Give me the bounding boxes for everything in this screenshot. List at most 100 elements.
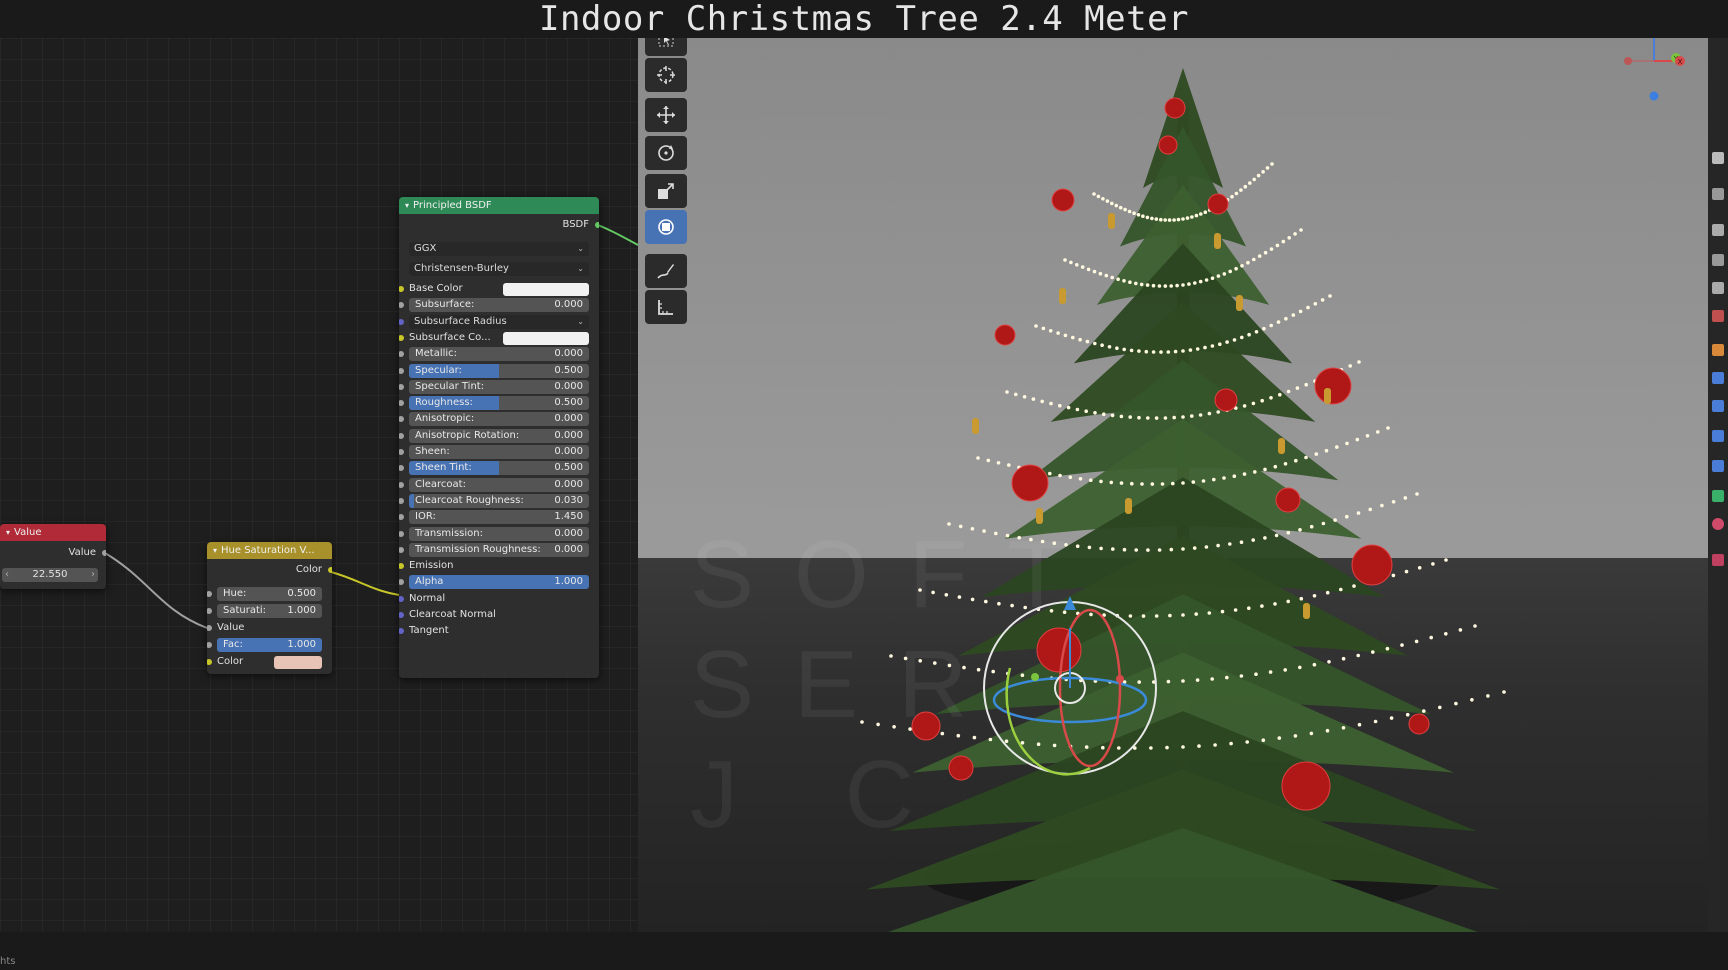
ornament-ball [1164, 97, 1186, 119]
tool-tab-icon[interactable] [1712, 152, 1724, 164]
metallic-field[interactable]: Metallic: 0.000 [409, 347, 589, 361]
world-tab-icon[interactable] [1712, 310, 1724, 322]
field-value: 0.000 [554, 381, 583, 392]
node-header[interactable]: ▾ Value [0, 524, 106, 541]
roughness-socket[interactable] [399, 400, 404, 406]
material-tab-icon[interactable] [1712, 518, 1724, 530]
alpha-socket[interactable] [399, 579, 404, 585]
saturation-field[interactable]: Saturati: 1.000 [217, 604, 322, 618]
clearcoat-field[interactable]: Clearcoat: 0.000 [409, 478, 589, 492]
ior-socket[interactable] [399, 514, 404, 520]
subsurface-field[interactable]: Subsurface: 0.000 [409, 298, 589, 312]
metallic-socket[interactable] [399, 351, 404, 357]
tangent-socket[interactable] [399, 628, 404, 634]
sheen-tint-socket[interactable] [399, 465, 404, 471]
hue-field[interactable]: Hue: 0.500 [217, 587, 322, 601]
distribution-dropdown[interactable]: GGX ⌄ [409, 242, 589, 256]
light-bulb [1327, 660, 1331, 664]
transmission-roughness-field[interactable]: Transmission Roughness: 0.000 [409, 543, 589, 557]
texture-tab-icon[interactable] [1712, 554, 1724, 566]
increment-arrow-icon[interactable]: › [91, 568, 95, 582]
light-bulb [1022, 395, 1027, 399]
specular-field[interactable]: Specular: 0.500 [409, 364, 589, 378]
clearcoat-normal-socket[interactable] [399, 612, 404, 618]
base-color-socket[interactable] [399, 286, 404, 292]
subsurface-method-dropdown[interactable]: Christensen-Burley ⌄ [409, 262, 589, 276]
light-bulb [1298, 665, 1302, 670]
light-bulb [1328, 294, 1332, 298]
input-socket[interactable] [207, 625, 212, 631]
light-bulb [1404, 569, 1409, 574]
gold-ornament [1278, 438, 1285, 454]
node-header[interactable]: ▾ Hue Saturation V... [207, 542, 332, 559]
modifier-tab-icon[interactable] [1712, 372, 1724, 384]
light-bulb [1185, 216, 1190, 220]
input-socket[interactable] [207, 608, 212, 614]
subsurface-radius-dropdown[interactable]: Subsurface Radius ⌄ [409, 315, 589, 329]
clearcoat-roughness-field[interactable]: Clearcoat Roughness: 0.030 [409, 494, 589, 508]
value-field[interactable]: ‹ 22.550 › [2, 568, 98, 582]
sheen-field[interactable]: Sheen: 0.000 [409, 445, 589, 459]
clearcoat-socket[interactable] [399, 482, 404, 488]
annotate-icon[interactable] [645, 254, 687, 288]
scale-icon[interactable] [645, 174, 687, 208]
transmission-socket[interactable] [399, 531, 404, 537]
clearcoat-roughness-socket[interactable] [399, 498, 404, 504]
emission-socket[interactable] [399, 563, 404, 569]
sheen-tint-field[interactable]: Sheen Tint: 0.500 [409, 461, 589, 475]
light-bulb [1232, 474, 1237, 479]
specular-tint-socket[interactable] [399, 384, 404, 390]
anisotropic-socket[interactable] [399, 416, 404, 422]
data-tab-icon[interactable] [1712, 490, 1724, 502]
sheen-socket[interactable] [399, 449, 404, 455]
anisotropic-rotation-field[interactable]: Anisotropic Rotation: 0.000 [409, 429, 589, 443]
subsurface-co-socket[interactable] [399, 335, 404, 341]
render-tab-icon[interactable] [1712, 188, 1724, 200]
gold-ornament [1059, 288, 1066, 304]
output-socket[interactable] [595, 222, 599, 228]
physics-tab-icon[interactable] [1712, 430, 1724, 442]
output-socket[interactable] [102, 550, 106, 556]
color-swatch[interactable] [274, 656, 322, 669]
roughness-field[interactable]: Roughness: 0.500 [409, 396, 589, 410]
anisotropic-rotation-socket[interactable] [399, 433, 404, 439]
view-layer-tab-icon[interactable] [1712, 254, 1724, 266]
light-bulb [1157, 548, 1162, 552]
light-bulb [1216, 410, 1220, 414]
cursor-icon[interactable] [645, 58, 687, 92]
light-bulb [1134, 548, 1138, 552]
principled-bsdf-node[interactable]: ▾ Principled BSDF BSDF GGX ⌄ Christensen-… [399, 197, 599, 678]
constraints-tab-icon[interactable] [1712, 460, 1724, 472]
base-color-color-swatch[interactable] [503, 283, 589, 296]
transmission-roughness-socket[interactable] [399, 547, 404, 553]
output-socket[interactable] [328, 567, 332, 573]
input-socket[interactable] [207, 591, 212, 597]
measure-icon[interactable] [645, 290, 687, 324]
transform-icon[interactable] [645, 210, 687, 244]
alpha-field[interactable]: Alpha 1.000 [409, 575, 589, 589]
specular-tint-field[interactable]: Specular Tint: 0.000 [409, 380, 589, 394]
value-node[interactable]: ▾ Value Value ‹ 22.550 › [0, 524, 106, 589]
output-tab-icon[interactable] [1712, 224, 1724, 236]
input-socket[interactable] [207, 659, 212, 665]
input-socket[interactable] [207, 642, 212, 648]
rotate-icon[interactable] [645, 136, 687, 170]
subsurface-socket[interactable] [399, 302, 404, 308]
subsurface-radius-socket[interactable] [399, 319, 404, 325]
specular-socket[interactable] [399, 368, 404, 374]
node-header[interactable]: ▾ Principled BSDF [399, 197, 599, 214]
object-tab-icon[interactable] [1712, 344, 1724, 356]
move-icon[interactable] [645, 98, 687, 132]
particles-tab-icon[interactable] [1712, 400, 1724, 412]
collapse-arrow-icon[interactable]: ▾ [6, 528, 10, 537]
ior-field[interactable]: IOR: 1.450 [409, 510, 589, 524]
normal-socket[interactable] [399, 596, 404, 602]
collapse-arrow-icon[interactable]: ▾ [213, 546, 217, 555]
anisotropic-field[interactable]: Anisotropic: 0.000 [409, 412, 589, 426]
subsurface-co-color-swatch[interactable] [503, 332, 589, 345]
collapse-arrow-icon[interactable]: ▾ [405, 201, 409, 210]
hue-saturation-node[interactable]: ▾ Hue Saturation V... Color Hue: 0.500 Sa… [207, 542, 332, 674]
fac-field[interactable]: Fac: 1.000 [217, 638, 322, 652]
transmission-field[interactable]: Transmission: 0.000 [409, 527, 589, 541]
scene-tab-icon[interactable] [1712, 282, 1724, 294]
